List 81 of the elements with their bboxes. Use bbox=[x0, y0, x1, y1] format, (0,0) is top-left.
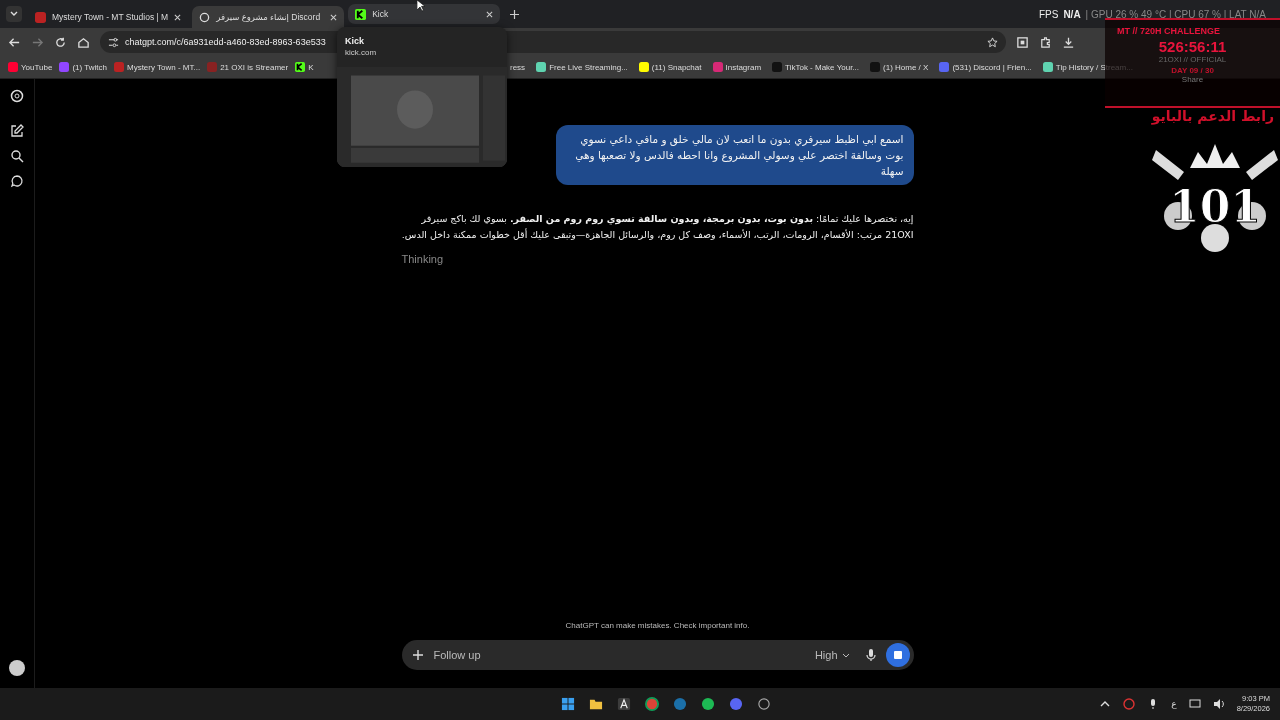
close-icon[interactable] bbox=[330, 13, 338, 21]
home-icon[interactable] bbox=[77, 35, 90, 49]
network-icon[interactable] bbox=[1188, 698, 1201, 710]
bookmark-item[interactable]: K bbox=[295, 62, 314, 72]
browser-tab[interactable]: إنشاء مشروع سيرفر Discord bbox=[192, 6, 345, 28]
folder-icon[interactable] bbox=[589, 699, 603, 710]
thinking-status: Thinking bbox=[401, 253, 445, 265]
bookmark-item[interactable]: (531) Discord | Frien... bbox=[939, 62, 1032, 72]
site-favicon-icon bbox=[638, 62, 649, 72]
bookmark-item[interactable]: Mystery Town - MT... bbox=[113, 62, 201, 72]
message-composer[interactable]: Follow up High bbox=[401, 640, 914, 670]
disclaimer-text: ChatGPT can make mistakes. Check important info. bbox=[565, 621, 750, 630]
day-counter: DAY 09 / 30 bbox=[1171, 66, 1214, 75]
app-tray-icon[interactable] bbox=[1123, 698, 1136, 710]
reload-icon[interactable] bbox=[54, 35, 67, 49]
site-favicon-icon bbox=[1042, 62, 1053, 72]
close-icon[interactable] bbox=[174, 13, 182, 21]
search-icon[interactable] bbox=[10, 149, 24, 163]
windows-logo-icon[interactable] bbox=[561, 697, 575, 711]
share-label: Share bbox=[1181, 75, 1204, 84]
site-favicon-icon bbox=[35, 11, 46, 23]
app-icon[interactable] bbox=[617, 697, 631, 711]
bookmark-item[interactable]: YouTube bbox=[8, 62, 53, 72]
bookmark-item[interactable]: (11) Snapchat bbox=[638, 62, 702, 72]
challenge-title: MT // 720H CHALLENGE bbox=[1117, 26, 1220, 36]
download-icon[interactable] bbox=[1062, 35, 1075, 49]
close-icon[interactable] bbox=[486, 10, 494, 18]
model-dropdown[interactable]: High bbox=[808, 648, 856, 662]
chevron-down-icon bbox=[10, 10, 18, 18]
star-icon[interactable] bbox=[987, 36, 998, 48]
browser-icon[interactable] bbox=[645, 697, 659, 711]
caret-icon bbox=[841, 651, 850, 659]
support-link-text: رابط الدعم بالبايو bbox=[1151, 108, 1274, 124]
music-app-icon[interactable] bbox=[701, 697, 715, 711]
browser-tab[interactable]: Mystery Town - MT Studios | M bbox=[28, 6, 189, 28]
site-favicon-icon bbox=[772, 62, 783, 72]
site-favicon-icon bbox=[59, 62, 70, 72]
bookmark-item[interactable]: TikTok - Make Your... bbox=[772, 62, 860, 72]
stop-button[interactable] bbox=[885, 643, 910, 667]
extensions-icon[interactable] bbox=[1039, 35, 1052, 49]
site-favicon-icon bbox=[939, 62, 950, 72]
channel-name: 21OXI // OFFICIAL bbox=[1158, 55, 1227, 64]
compose-icon[interactable] bbox=[10, 124, 24, 138]
clock-icon[interactable] bbox=[758, 698, 770, 710]
bookmark-item[interactable]: (1) Twitch bbox=[59, 62, 107, 72]
site-settings-icon[interactable] bbox=[108, 36, 119, 48]
speaker-icon[interactable] bbox=[1212, 698, 1225, 710]
plus-icon[interactable] bbox=[510, 9, 520, 19]
tab-search-button[interactable] bbox=[6, 6, 22, 22]
site-favicon-icon bbox=[712, 62, 723, 72]
mouse-cursor-icon bbox=[417, 0, 425, 12]
bookmark-item[interactable]: 21 OXI is Streamer bbox=[207, 62, 289, 72]
qr-code-icon[interactable] bbox=[1016, 35, 1029, 49]
knot-logo-icon bbox=[199, 11, 211, 23]
site-favicon-icon bbox=[8, 62, 18, 72]
steam-icon[interactable] bbox=[673, 697, 687, 711]
assistant-message: إيه، نختصرها عليك تمامًا: بدون بوت، بدون برمجة، وبدون سالفة تسوي روم روم من الصفر. بسوي لك باكج سيرفر 21OXI مرتب: الأقسام، الرومات، الرتب، الأسماء، وصف كل روم، والرسائل الجاهزة—وتبقى عليك أقل خطوات ممكنة داخل الدس. bbox=[401, 212, 914, 242]
plus-icon[interactable] bbox=[411, 649, 424, 661]
crown-emblem-drawing: 101 bbox=[1152, 130, 1278, 256]
bookmark-item[interactable]: Instagram bbox=[712, 62, 762, 72]
bookmark-item[interactable]: (1) Home / X bbox=[870, 62, 929, 72]
speech-bubble-icon[interactable] bbox=[10, 174, 24, 188]
k-logo-icon bbox=[295, 62, 306, 72]
site-favicon-icon bbox=[536, 62, 547, 72]
bookmark-item[interactable]: Free Live Streaming... bbox=[536, 62, 628, 72]
site-favicon-icon bbox=[870, 62, 881, 72]
knot-logo-icon[interactable] bbox=[10, 89, 24, 103]
browser-tab[interactable]: Kick bbox=[348, 4, 501, 24]
k-logo-icon bbox=[355, 8, 367, 20]
fps-label: FPS bbox=[1038, 8, 1059, 20]
site-favicon-icon bbox=[207, 62, 218, 72]
site-favicon-icon bbox=[113, 62, 124, 72]
fps-value: N/A bbox=[1063, 8, 1081, 20]
countdown-timer: 526:56:11 bbox=[1158, 38, 1227, 55]
chat-app-icon[interactable] bbox=[729, 697, 743, 711]
microphone-icon[interactable] bbox=[863, 648, 878, 662]
user-message: اسمع ابي اظبط سيرفري بدون ما اتعب لان مالي خلق و مافي داعي نسوي بوت وسالفة اختصر علي وسولي المشروع وانا احطه فالدس ولا تصعبها وهي سهلة bbox=[555, 125, 914, 185]
preview-title: Kick bbox=[344, 35, 365, 48]
language-indicator[interactable]: ع bbox=[1171, 699, 1177, 709]
avatar[interactable] bbox=[9, 660, 25, 676]
bookmark-item[interactable]: ress bbox=[510, 62, 526, 72]
